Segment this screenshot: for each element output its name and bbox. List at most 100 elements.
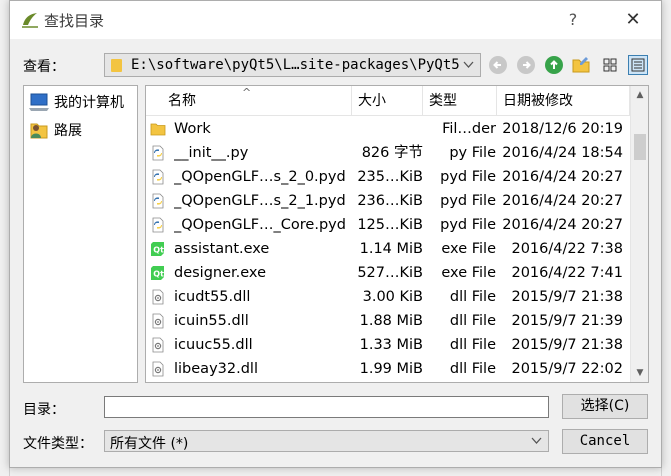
back-button[interactable] (488, 55, 508, 75)
file-size: 235…KiB (357, 169, 423, 185)
file-name: _QOpenGLF…_Core.pyd (174, 217, 346, 233)
detail-view-button[interactable] (628, 55, 648, 75)
file-size (352, 117, 423, 141)
new-folder-button[interactable] (572, 55, 592, 75)
file-list: ^ 名称 大小 类型 日期被修改 Work Fil…der 2018/12/6 20… (145, 85, 649, 383)
vertical-scrollbar[interactable]: ▲ ▼ (630, 86, 648, 382)
file-type: pyd File (440, 169, 496, 185)
table-row[interactable]: icudt55.dll 3.00 KiB dll File 2015/9/7 21:3… (146, 285, 630, 309)
file-size: 527…KiB (357, 265, 423, 281)
look-in-label: 查看： (23, 59, 65, 75)
find-directory-dialog: 查找目录 ? ✕ 查看： E:\software\pyQt5\L…site-pa… (9, 0, 662, 468)
file-type-combo[interactable]: 所有文件 (*) (104, 430, 549, 452)
arrow-left-icon (489, 56, 507, 74)
file-date: 2016/4/24 18:54 (502, 145, 623, 161)
title-bar: 查找目录 ? ✕ (10, 1, 661, 39)
directory-label: 目录： (23, 402, 65, 418)
background-window-right (661, 0, 671, 476)
table-row[interactable]: _QOpenGLF…_Core.pyd 125…KiB pyd File 2016/4… (146, 213, 630, 237)
file-type: py File (449, 145, 496, 161)
file-type: dll File (449, 289, 496, 305)
cancel-button[interactable]: Cancel (562, 429, 648, 454)
forward-button[interactable] (516, 55, 536, 75)
file-date: 2015/9/7 21:38 (511, 289, 623, 305)
file-size: 3.00 KiB (362, 289, 423, 305)
sidebar-item-label: 我的计算机 (54, 95, 124, 111)
file-date: 2016/4/24 20:27 (502, 217, 623, 233)
chevron-down-icon (463, 61, 474, 68)
file-size: 125…KiB (357, 217, 423, 233)
sidebar-item-my-computer[interactable]: 我的计算机 (28, 90, 124, 114)
file-name: libeay32.dll (174, 361, 258, 377)
table-row[interactable]: Qt assistant.exe 1.14 MiB exe File 2016/4/22… (146, 237, 630, 261)
detail-view-icon (631, 58, 645, 72)
file-name: __init__.py (174, 145, 249, 161)
chevron-down-icon (531, 437, 542, 444)
current-path: E:\software\pyQt5\L…site-packages\PyQt5 (131, 57, 460, 73)
svg-text:Qt: Qt (153, 246, 164, 255)
column-name[interactable]: ^ 名称 (146, 86, 352, 116)
file-size: 236…KiB (357, 193, 423, 209)
table-row[interactable]: _QOpenGLF…s_2_1.pyd 236…KiB pyd File 2016/4… (146, 189, 630, 213)
file-size: 1.14 MiB (359, 241, 423, 257)
scroll-up-icon[interactable]: ▲ (631, 86, 648, 104)
table-row[interactable]: Work Fil…der 2018/12/6 20:19 (146, 117, 630, 141)
grid-view-icon (603, 58, 617, 72)
scroll-down-icon[interactable]: ▼ (631, 364, 648, 382)
file-name: _QOpenGLF…s_2_1.pyd (174, 193, 346, 209)
column-type[interactable]: 类型 (423, 86, 497, 116)
new-folder-icon (572, 57, 590, 73)
window-title: 查找目录 (44, 12, 105, 30)
table-row[interactable]: Qt designer.exe 527…KiB exe File 2016/4/22 7… (146, 261, 630, 285)
arrow-up-icon (545, 56, 563, 74)
arrow-right-icon (517, 56, 535, 74)
file-size: 1.88 MiB (359, 313, 423, 329)
parent-directory-button[interactable] (544, 55, 564, 75)
file-date: 2016/4/22 7:41 (511, 265, 623, 281)
file-type: exe File (441, 241, 496, 257)
table-row[interactable]: __init__.py 826 字节 py File 2016/4/24 18:54 (146, 141, 630, 165)
look-in-combo[interactable]: E:\software\pyQt5\L…site-packages\PyQt5 (104, 53, 481, 77)
column-size[interactable]: 大小 (352, 86, 423, 116)
file-name: Work (174, 121, 211, 137)
computer-icon (29, 93, 49, 111)
file-type: Fil…der (442, 121, 496, 137)
table-row[interactable]: _QOpenGLF…s_2_0.pyd 235…KiB pyd File 2016/4… (146, 165, 630, 189)
file-name: _QOpenGLF…s_2_0.pyd (174, 169, 346, 185)
file-size: 1.99 MiB (359, 361, 423, 377)
sidebar-places: 我的计算机 路展 (23, 85, 138, 383)
table-row[interactable]: icuin55.dll 1.88 MiB dll File 2015/9/7 21:3… (146, 309, 630, 333)
file-name: icuin55.dll (174, 313, 249, 329)
file-type: exe File (441, 265, 496, 281)
file-type: dll File (449, 337, 496, 353)
file-list-header: ^ 名称 大小 类型 日期被修改 (146, 86, 630, 116)
file-type: dll File (449, 361, 496, 377)
file-type-value: 所有文件 (*) (110, 436, 189, 452)
file-date: 2016/4/24 20:27 (502, 193, 623, 209)
file-type: dll File (449, 313, 496, 329)
file-date: 2015/9/7 21:39 (511, 313, 623, 329)
table-row[interactable]: libeay32.dll 1.99 MiB dll File 2015/9/7 22:… (146, 357, 630, 381)
file-name: assistant.exe (174, 241, 270, 257)
file-date: 2018/12/6 20:19 (502, 121, 623, 137)
table-row[interactable]: icuuc55.dll 1.33 MiB dll File 2015/9/7 21:3… (146, 333, 630, 357)
file-date: 2015/9/7 22:02 (511, 361, 623, 377)
list-view-button[interactable] (600, 55, 620, 75)
file-name: designer.exe (174, 265, 266, 281)
file-date: 2016/4/22 7:38 (511, 241, 623, 257)
help-button[interactable]: ? (562, 9, 584, 31)
file-size: 826 字节 (361, 145, 423, 161)
close-button[interactable]: ✕ (622, 9, 644, 31)
directory-input[interactable] (104, 396, 549, 418)
sidebar-item-label: 路展 (54, 123, 82, 139)
file-type: pyd File (440, 193, 496, 209)
svg-text:Qt: Qt (153, 270, 164, 279)
column-date-modified[interactable]: 日期被修改 (497, 86, 630, 116)
choose-button[interactable]: 选择(C) (562, 394, 648, 419)
file-type-label: 文件类型： (23, 436, 93, 452)
sidebar-item-user[interactable]: 路展 (28, 118, 82, 142)
scrollbar-thumb[interactable] (634, 134, 646, 160)
file-size: 1.33 MiB (359, 337, 423, 353)
file-date: 2015/9/7 21:38 (511, 337, 623, 353)
file-name: icudt55.dll (174, 289, 251, 305)
